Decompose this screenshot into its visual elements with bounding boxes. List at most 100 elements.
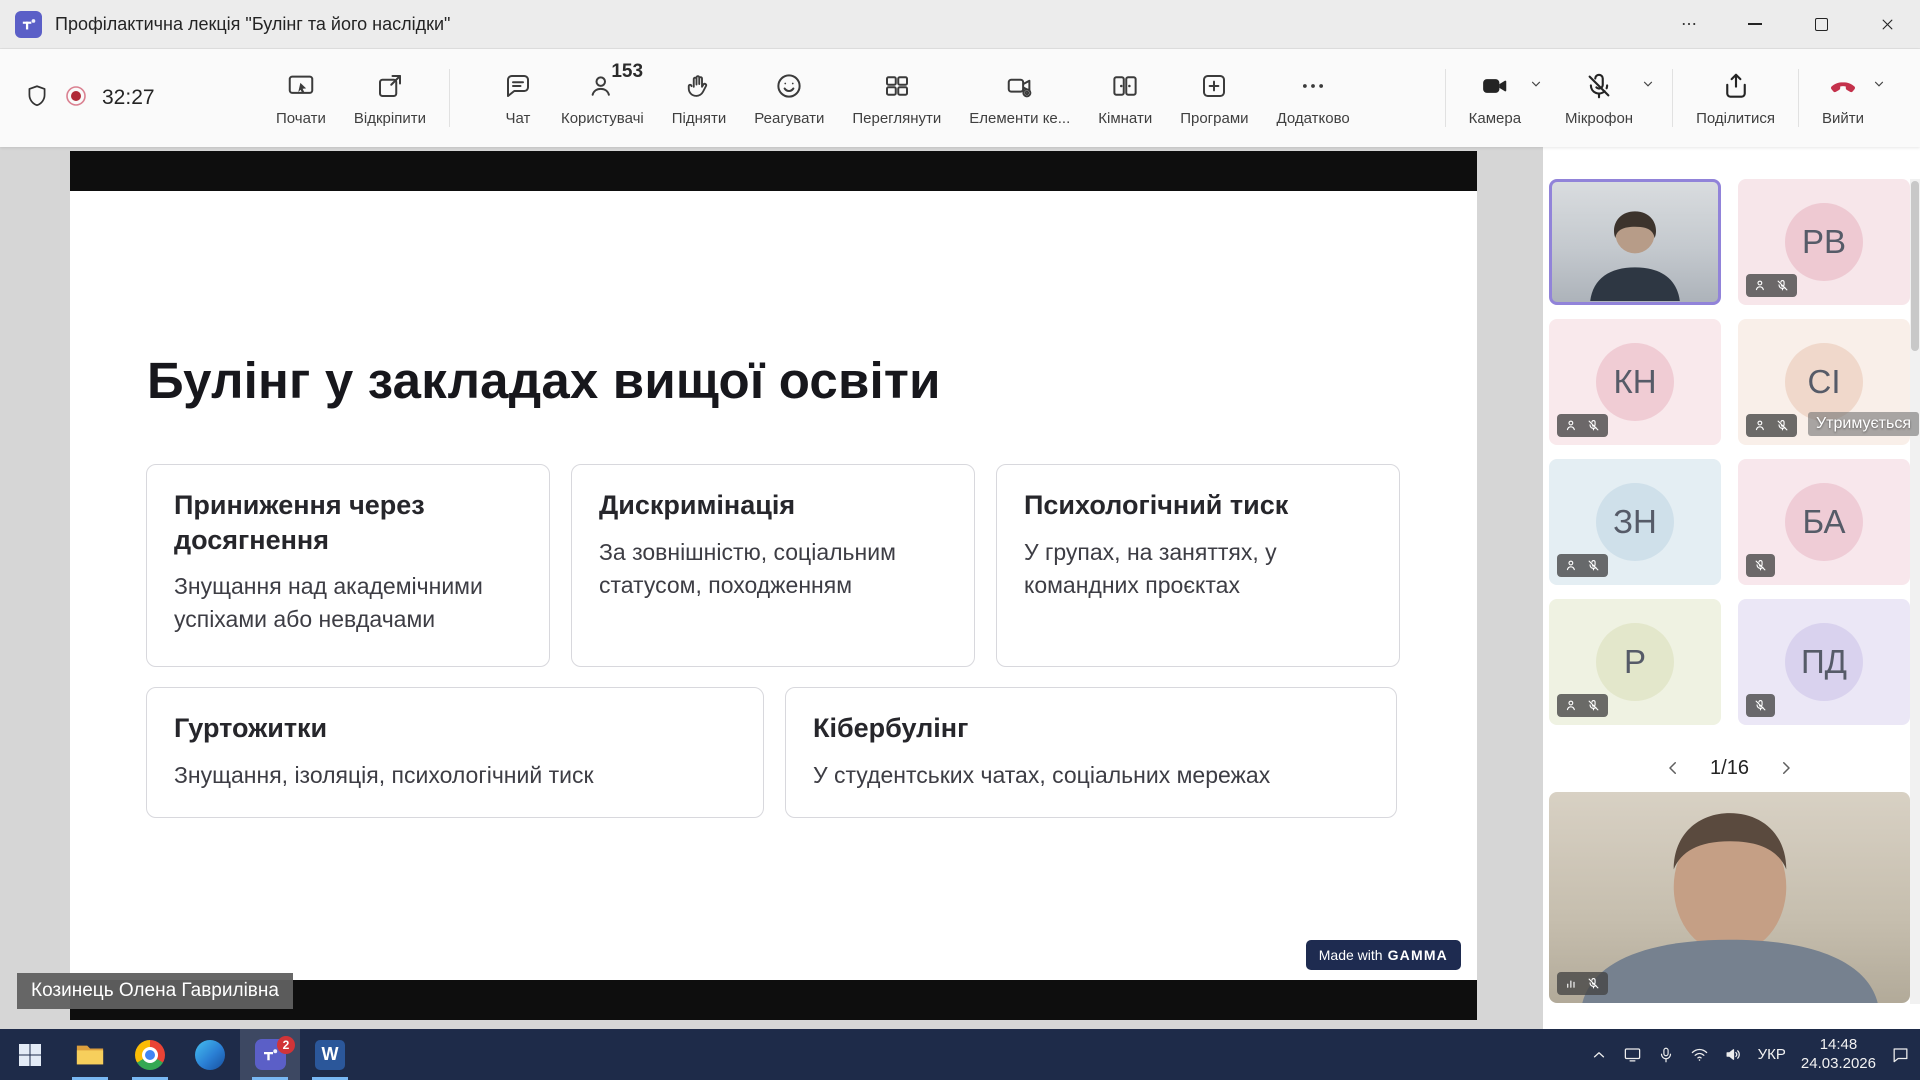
rooms-label: Кімнати	[1098, 110, 1152, 127]
wifi-icon	[1690, 1045, 1709, 1064]
apps-button[interactable]: Програми	[1166, 55, 1262, 141]
presenter-name-label: Козинець Олена Гаврилівна	[17, 973, 293, 1009]
window-more-button[interactable]	[1656, 0, 1722, 48]
tray-language-indicator[interactable]: УКР	[1758, 1046, 1786, 1063]
attendee-icon	[1753, 418, 1768, 433]
mic-options-chevron-icon[interactable]	[1641, 77, 1655, 94]
pager-next-button[interactable]	[1777, 759, 1795, 777]
participant-tile-pd[interactable]: ПД	[1738, 599, 1910, 725]
toolbar-separator	[1798, 69, 1799, 127]
participant-status-pill	[1746, 694, 1775, 717]
teams-app-icon	[15, 11, 42, 38]
unpin-button[interactable]: Відкріпити	[340, 55, 440, 141]
participant-status-pill	[1557, 554, 1608, 577]
present-button[interactable]: Почати	[262, 55, 340, 141]
pager-prev-button[interactable]	[1664, 759, 1682, 777]
tray-volume-icon[interactable]	[1724, 1045, 1743, 1064]
chrome-icon	[135, 1040, 165, 1070]
leave-label: Вийти	[1822, 110, 1864, 127]
sidebar-scrollbar[interactable]	[1910, 179, 1920, 1004]
taskbar-chrome[interactable]	[120, 1029, 180, 1080]
pager-label: 1/16	[1710, 757, 1749, 780]
scrollbar-thumb[interactable]	[1911, 181, 1919, 351]
edge-icon	[195, 1040, 225, 1070]
made-with-gamma-badge: Made with GAMMA	[1306, 940, 1461, 970]
participants-sidebar: РВ КН	[1543, 147, 1920, 1029]
participant-grid: РВ КН	[1549, 179, 1910, 725]
participant-tile-ba[interactable]: БА	[1738, 459, 1910, 585]
tray-action-center[interactable]	[1891, 1045, 1910, 1064]
chat-button[interactable]: Чат	[489, 55, 547, 141]
participant-status-pill	[1557, 414, 1608, 437]
participant-status-pill	[1746, 414, 1797, 437]
slide-card-dormitories: Гуртожитки Знущання, ізоляція, психологі…	[146, 687, 764, 818]
participant-tile-r[interactable]: Р	[1549, 599, 1721, 725]
mic-muted-icon	[1753, 558, 1768, 573]
camera-icon	[1480, 69, 1510, 103]
participant-initials: РВ	[1802, 223, 1846, 261]
view-button[interactable]: Переглянути	[838, 55, 955, 141]
participant-status-pill	[1746, 554, 1775, 577]
leave-options-chevron-icon[interactable]	[1872, 77, 1886, 94]
card-body: За зовнішністю, соціальним статусом, пох…	[599, 536, 947, 603]
react-label: Реагувати	[754, 110, 824, 127]
hang-up-icon	[1827, 69, 1859, 103]
taskbar-word[interactable]: W	[300, 1029, 360, 1080]
tray-show-hidden-icons[interactable]	[1590, 1046, 1608, 1064]
camera-options-chevron-icon[interactable]	[1529, 77, 1543, 94]
present-icon	[286, 69, 316, 103]
share-button[interactable]: Поділитися	[1682, 55, 1789, 141]
participant-initials: СІ	[1808, 363, 1841, 401]
tray-microphone-icon[interactable]	[1657, 1046, 1675, 1064]
tray-network-icon[interactable]	[1690, 1045, 1709, 1064]
taskbar-edge[interactable]	[180, 1029, 240, 1080]
card-body: Знущання над академічними успіхами або н…	[174, 570, 522, 637]
participant-tile-kn[interactable]: КН	[1549, 319, 1721, 445]
participants-pager: 1/16	[1549, 751, 1910, 785]
react-button[interactable]: Реагувати	[740, 55, 838, 141]
meeting-controls-button[interactable]: Елементи ке...	[955, 55, 1084, 141]
unpin-label: Відкріпити	[354, 110, 426, 127]
attendee-icon	[1564, 558, 1579, 573]
card-title: Гуртожитки	[174, 711, 736, 746]
speaker-silhouette	[1565, 202, 1705, 302]
more-actions-button[interactable]: Додатково	[1263, 55, 1364, 141]
meeting-controls-label: Елементи ке...	[969, 110, 1070, 127]
meeting-title: Профілактична лекція "Булінг та його нас…	[55, 14, 450, 35]
participant-video-large[interactable]	[1549, 792, 1910, 1003]
mic-muted-icon	[1584, 69, 1614, 103]
teams-notification-badge: 2	[277, 1036, 295, 1054]
meeting-main-area: Булінг у закладах вищої освіти Приниженн…	[0, 147, 1920, 1029]
raise-hand-button[interactable]: Підняти	[658, 55, 741, 141]
window-maximize-button[interactable]	[1788, 0, 1854, 48]
toolbar-separator	[1445, 69, 1446, 127]
card-body: У групах, на заняттях, у командних проєк…	[1024, 536, 1372, 603]
tray-display-icon[interactable]	[1623, 1045, 1642, 1064]
card-title: Психологічний тиск	[1024, 488, 1372, 523]
windows-taskbar: 2 W УКР 14:48 24.03.2026	[0, 1029, 1920, 1080]
participant-initials: ЗН	[1613, 503, 1657, 541]
participant-tile-zn[interactable]: ЗН	[1549, 459, 1721, 585]
tray-clock[interactable]: 14:48 24.03.2026	[1801, 1036, 1876, 1074]
microphone-button[interactable]: Мікрофон	[1551, 55, 1663, 141]
taskbar-file-explorer[interactable]	[60, 1029, 120, 1080]
window-close-button[interactable]	[1854, 0, 1920, 48]
leave-button[interactable]: Вийти	[1808, 55, 1894, 141]
tray-time: 14:48	[1820, 1036, 1858, 1055]
mic-icon	[1657, 1046, 1675, 1064]
participant-tile-si[interactable]: СІ Утримується	[1738, 319, 1910, 445]
taskbar-teams[interactable]: 2	[240, 1029, 300, 1080]
participant-tile-rv[interactable]: РВ	[1738, 179, 1910, 305]
start-button[interactable]	[0, 1029, 60, 1080]
participant-initials: БА	[1803, 503, 1846, 541]
presentation-stage: Булінг у закладах вищої освіти Приниженн…	[0, 147, 1543, 1029]
participants-button[interactable]: 153 Користувачі	[547, 55, 658, 141]
mic-muted-icon	[1775, 278, 1790, 293]
view-grid-icon	[882, 69, 912, 103]
window-minimize-button[interactable]	[1722, 0, 1788, 48]
camera-button[interactable]: Камера	[1455, 55, 1551, 141]
present-label: Почати	[276, 110, 326, 127]
participant-tile-speaker-video[interactable]	[1549, 179, 1721, 305]
slide-letterbox-top	[70, 151, 1477, 191]
breakout-rooms-button[interactable]: Кімнати	[1084, 55, 1166, 141]
